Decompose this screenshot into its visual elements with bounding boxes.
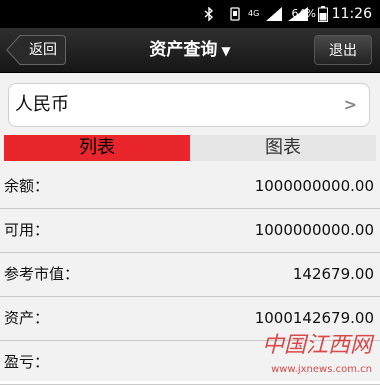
- row-balance: 余额： 1000000000.00: [0, 165, 380, 209]
- vibrate-icon: [228, 0, 242, 28]
- row-label: 盈亏：: [4, 353, 50, 371]
- clock: 11:26: [331, 6, 372, 22]
- row-label: 参考市值：: [4, 265, 80, 283]
- row-label: 可用：: [4, 221, 50, 239]
- row-assets: 资产： 1000142679.00: [0, 297, 380, 341]
- navigation-bar: 返回 资产查询 ▼ 退出: [0, 28, 380, 73]
- bluetooth-icon: [204, 0, 214, 28]
- currency-value: 人民币: [15, 94, 69, 115]
- main-content: 人民币 > 列表 图表 余额： 1000000000.00 可用： 100000…: [0, 73, 380, 385]
- chevron-right-icon: >: [343, 95, 357, 114]
- status-bar: 4G 64% 11:26: [0, 0, 380, 28]
- row-profit-loss: 盈亏：: [0, 341, 380, 385]
- battery-icon: [318, 0, 328, 28]
- row-value: 142679.00: [292, 265, 374, 283]
- tab-list[interactable]: 列表: [4, 135, 190, 161]
- page-title-text: 资产查询: [149, 40, 218, 60]
- signal-icon-1: [266, 0, 282, 28]
- row-market-value: 参考市值： 142679.00: [0, 253, 380, 297]
- currency-selector[interactable]: 人民币 >: [8, 83, 370, 127]
- row-label: 资产：: [4, 309, 50, 327]
- battery-percent: 64%: [291, 7, 316, 20]
- row-value: 1000000000.00: [254, 221, 374, 239]
- view-tabs: 列表 图表: [4, 135, 376, 161]
- row-value: 1000000000.00: [254, 177, 374, 195]
- row-value: 1000142679.00: [254, 309, 374, 327]
- exit-button[interactable]: 退出: [314, 35, 372, 65]
- row-available: 可用： 1000000000.00: [0, 209, 380, 253]
- row-label: 余额：: [4, 177, 50, 195]
- tab-chart[interactable]: 图表: [190, 135, 376, 161]
- network-type-label: 4G: [248, 9, 260, 18]
- dropdown-arrow-icon: ▼: [221, 44, 231, 58]
